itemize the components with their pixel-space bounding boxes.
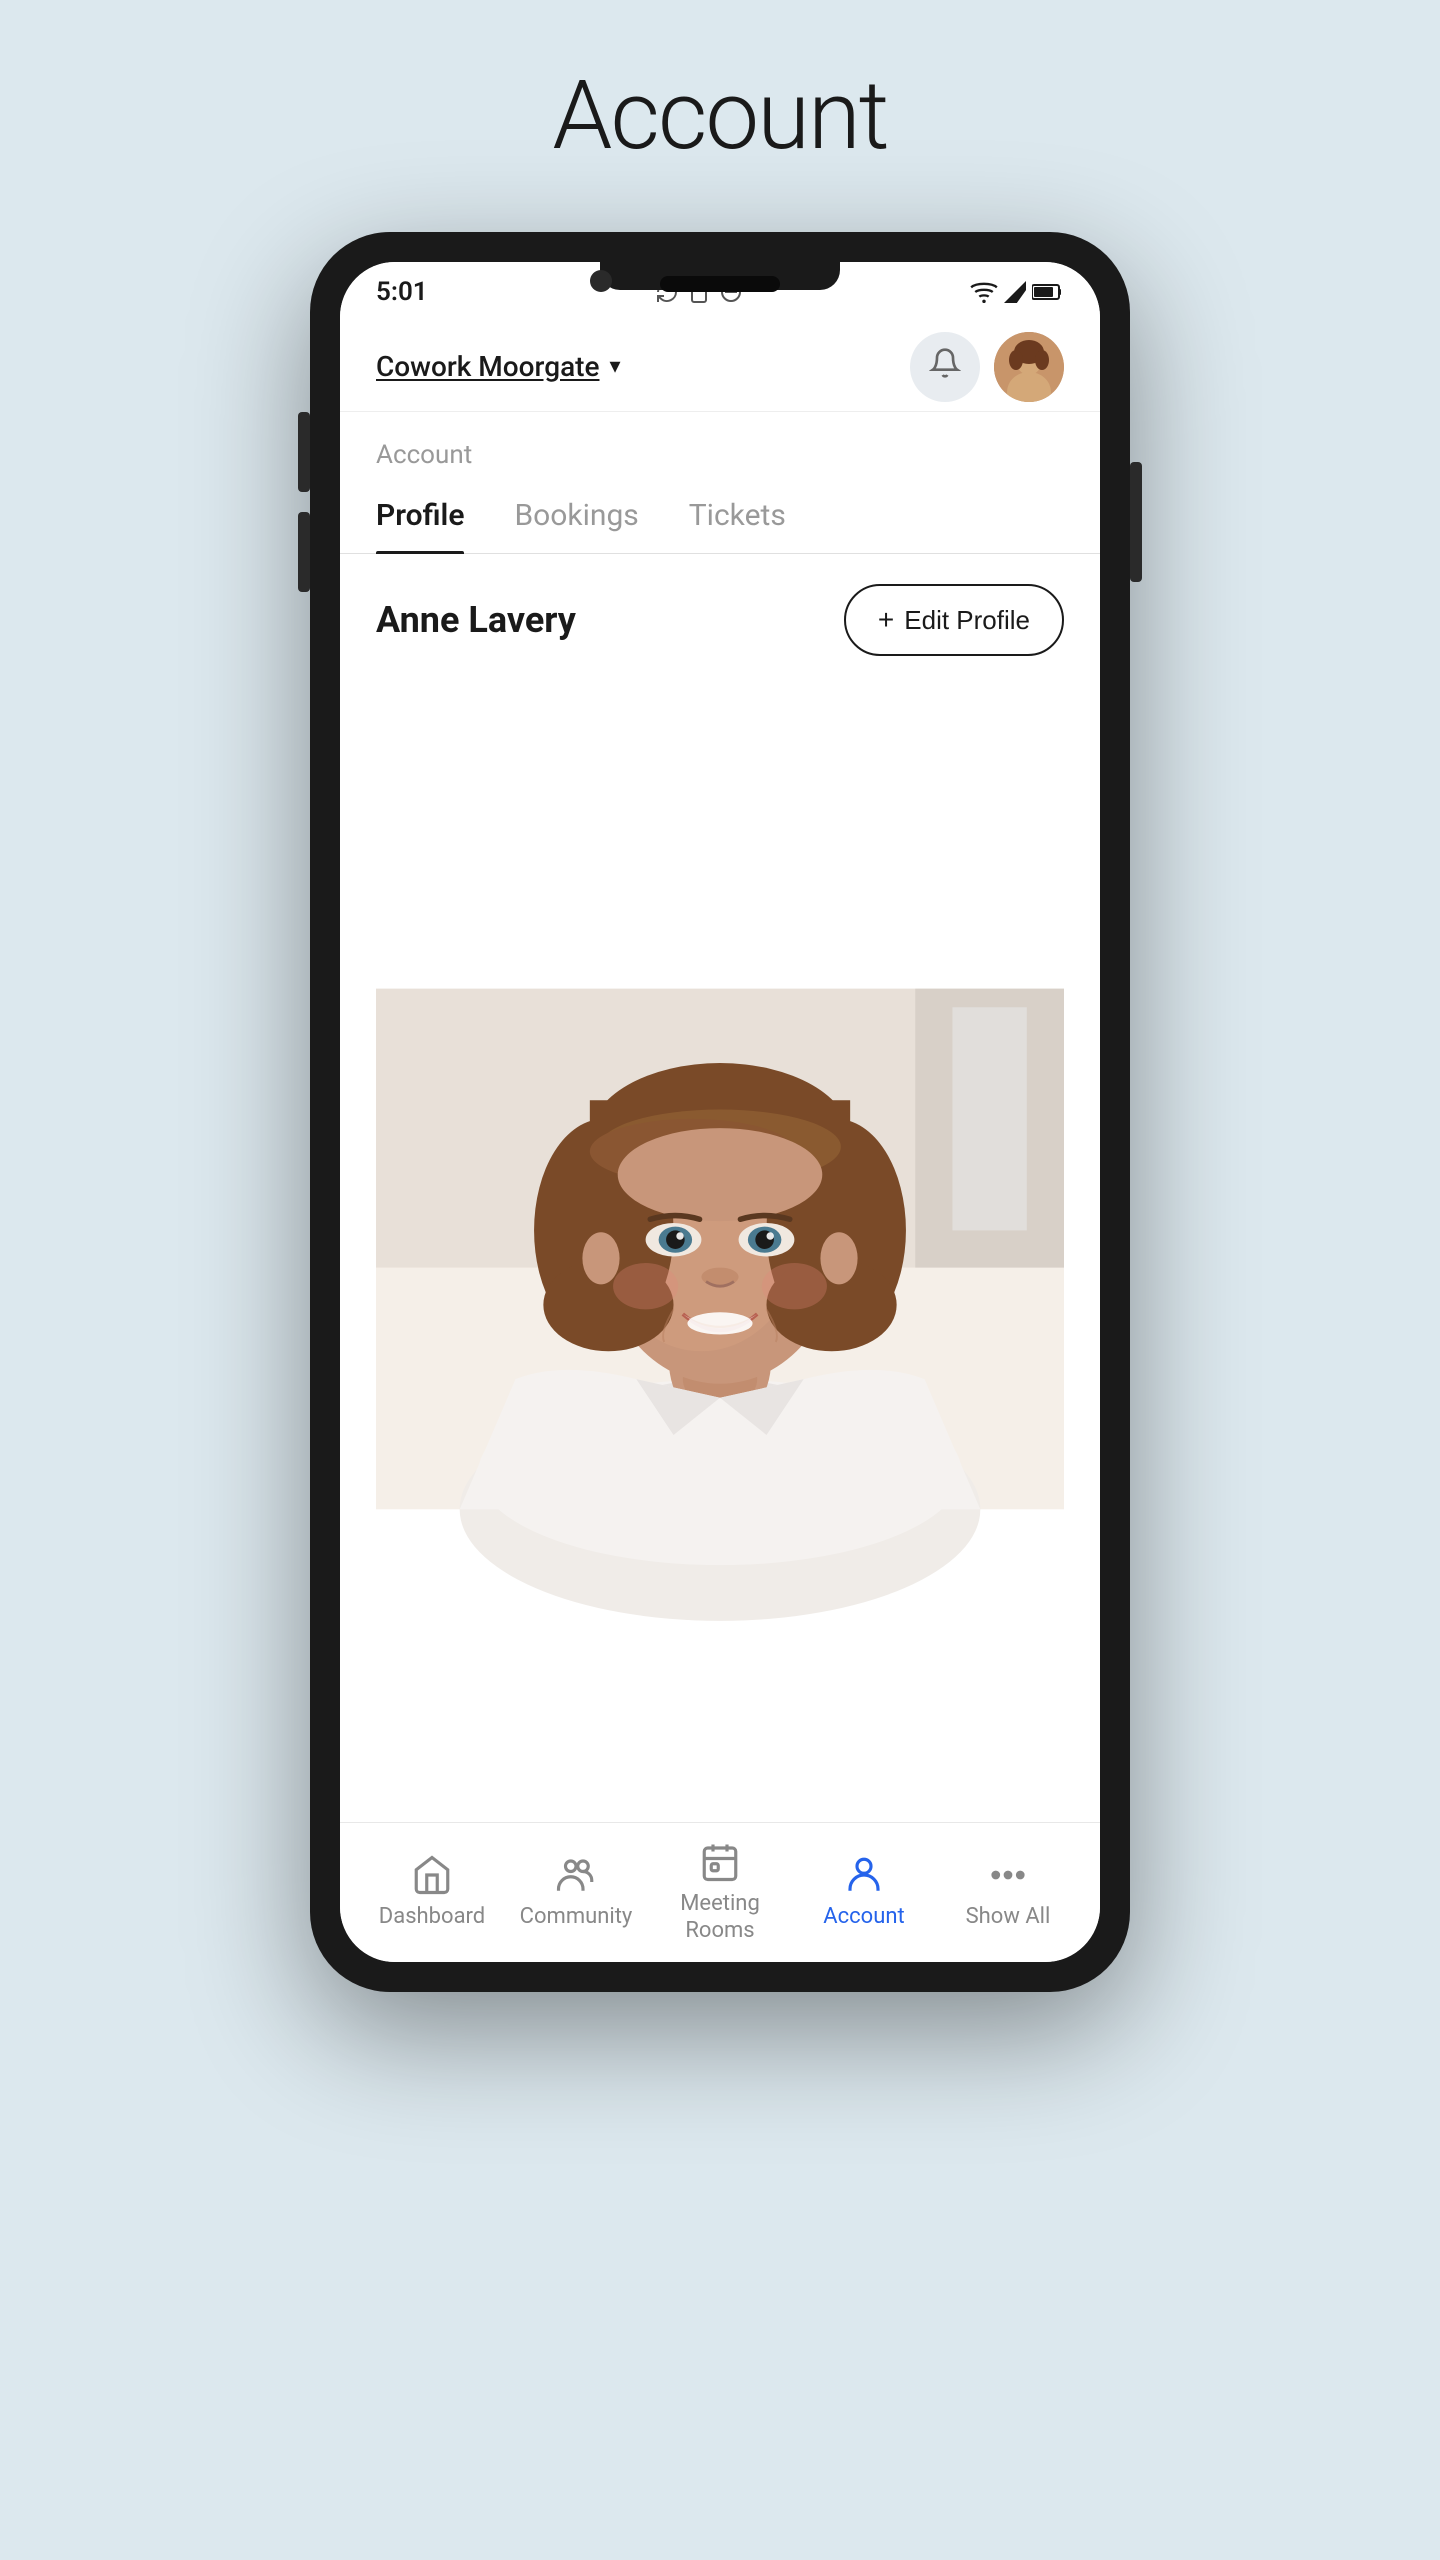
status-time: 5:01 — [376, 277, 428, 307]
plus-icon: + — [878, 604, 894, 636]
profile-header: Anne Lavery + Edit Profile — [340, 554, 1100, 676]
workspace-selector[interactable]: Cowork Moorgate ▾ — [376, 350, 621, 383]
tab-bookings[interactable]: Bookings — [514, 478, 638, 553]
page-title: Account — [552, 60, 887, 172]
status-bar: 5:01 — [340, 262, 1100, 322]
header-actions — [910, 332, 1064, 402]
notification-bell-button[interactable] — [910, 332, 980, 402]
nav-label-account: Account — [823, 1904, 904, 1930]
chevron-down-icon: ▾ — [609, 354, 620, 379]
power-button — [1130, 462, 1142, 582]
app-header: Cowork Moorgate ▾ — [340, 322, 1100, 412]
nav-item-meeting-rooms[interactable]: Meeting Rooms — [660, 1841, 780, 1944]
profile-photo-container — [376, 676, 1064, 1822]
user-avatar-button[interactable] — [994, 332, 1064, 402]
bell-icon — [929, 347, 961, 387]
battery-icon — [1032, 283, 1064, 301]
nav-item-show-all[interactable]: Show All — [948, 1854, 1068, 1930]
nav-item-dashboard[interactable]: Dashboard — [372, 1854, 492, 1930]
home-icon — [411, 1854, 453, 1896]
more-dots-icon — [987, 1854, 1029, 1896]
profile-name: Anne Lavery — [376, 599, 576, 641]
workspace-name: Cowork Moorgate — [376, 350, 599, 383]
bottom-nav: Dashboard Community — [340, 1822, 1100, 1962]
signal-icon — [1004, 281, 1026, 303]
avatar — [994, 332, 1064, 402]
edit-profile-button[interactable]: + Edit Profile — [844, 584, 1064, 656]
nav-label-community: Community — [520, 1904, 633, 1930]
tab-tickets[interactable]: Tickets — [689, 478, 786, 553]
community-icon — [555, 1854, 597, 1896]
nav-label-dashboard: Dashboard — [379, 1904, 485, 1930]
phone-shell: 5:01 — [310, 232, 1130, 1992]
edit-profile-label: Edit Profile — [904, 605, 1030, 636]
nav-item-community[interactable]: Community — [516, 1854, 636, 1930]
wifi-icon — [970, 281, 998, 303]
nav-label-meeting-rooms: Meeting Rooms — [680, 1891, 760, 1944]
status-icons-right — [970, 281, 1064, 303]
volume-down-button — [298, 512, 310, 592]
phone-screen: 5:01 — [340, 262, 1100, 1962]
nav-item-account[interactable]: Account — [804, 1854, 924, 1930]
account-section-label: Account — [340, 412, 1100, 470]
calendar-icon — [699, 1841, 741, 1883]
profile-photo — [376, 676, 1064, 1822]
tab-profile[interactable]: Profile — [376, 478, 464, 553]
tabs-bar: Profile Bookings Tickets — [340, 478, 1100, 554]
volume-up-button — [298, 412, 310, 492]
nav-label-show-all: Show All — [966, 1904, 1051, 1930]
person-icon — [843, 1854, 885, 1896]
phone-speaker — [660, 276, 780, 292]
phone-camera — [590, 270, 612, 292]
